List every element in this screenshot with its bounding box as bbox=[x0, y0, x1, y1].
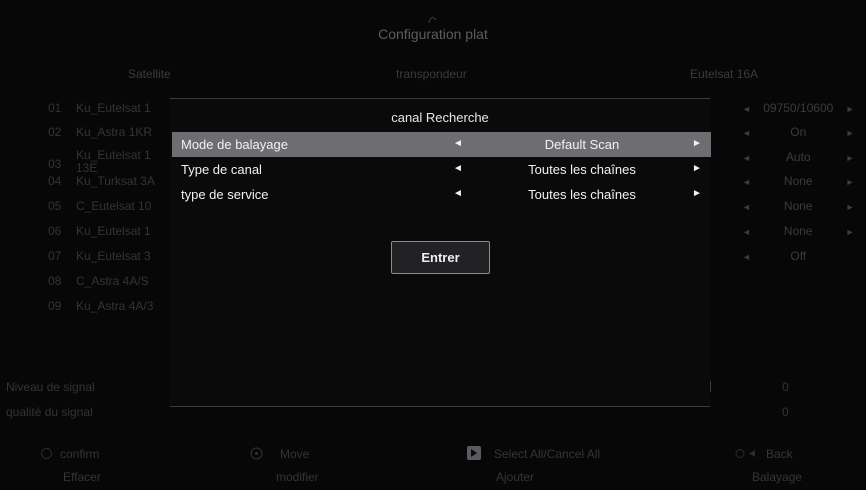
option-value: On bbox=[790, 125, 807, 139]
footer-modify[interactable]: modifier bbox=[276, 470, 319, 484]
motor-option[interactable]: ◄ None ► bbox=[742, 199, 855, 213]
dialog-title: canal Recherche bbox=[391, 110, 489, 125]
22k-option[interactable]: ◄ Auto ► bbox=[742, 150, 855, 164]
satellite-number: 05 bbox=[48, 199, 62, 213]
satellite-header: Satellite bbox=[128, 67, 171, 81]
right-arrow-icon[interactable]: ► bbox=[692, 163, 702, 174]
unicable-option[interactable]: ◄ None ► bbox=[742, 224, 855, 238]
footer-erase[interactable]: Effacer bbox=[63, 470, 101, 484]
dpad-icon bbox=[250, 447, 263, 460]
satellite-number: 07 bbox=[48, 249, 62, 263]
right-arrow-icon[interactable]: ► bbox=[846, 202, 855, 212]
channel-type-label: Type de canal bbox=[181, 162, 262, 177]
left-arrow-icon[interactable]: ◄ bbox=[742, 177, 751, 187]
signal-level-label: Niveau de signal bbox=[6, 380, 95, 394]
option-value: None bbox=[783, 174, 813, 188]
ok-button-icon bbox=[40, 447, 53, 460]
left-arrow-icon[interactable]: ◄ bbox=[453, 163, 463, 174]
signal-quality-label: qualité du signal bbox=[6, 405, 93, 419]
footer-confirm[interactable]: confirm bbox=[60, 447, 99, 461]
enter-button[interactable]: Entrer bbox=[391, 241, 490, 274]
right-arrow-icon[interactable]: ► bbox=[846, 227, 855, 237]
satellite-number: 08 bbox=[48, 274, 62, 288]
scan-mode-value: Default Scan bbox=[544, 137, 620, 152]
left-arrow-icon[interactable]: ◄ bbox=[742, 153, 751, 163]
signal-level-bar bbox=[710, 381, 711, 392]
satellite-number: 02 bbox=[48, 125, 62, 139]
service-type-row[interactable]: type de service ◄ Toutes les chaînes ► bbox=[172, 182, 711, 207]
right-arrow-icon[interactable]: ► bbox=[846, 153, 855, 163]
dish-setup-screen: Configuration plat Satellite transpondeu… bbox=[0, 0, 866, 490]
transponder-header: transpondeur bbox=[396, 67, 467, 81]
footer-select-all[interactable]: Select All/Cancel All bbox=[494, 447, 600, 461]
satellite-name: Ku_Eutelsat 3 bbox=[76, 249, 151, 263]
left-arrow-icon[interactable]: ◄ bbox=[742, 104, 751, 114]
signal-quality-value: 0 bbox=[782, 405, 789, 419]
option-value: None bbox=[783, 224, 813, 238]
satellite-name: C_Astra 4A/S bbox=[76, 274, 149, 288]
left-arrow-icon[interactable]: ◄ bbox=[742, 227, 751, 237]
right-arrow-icon[interactable]: ► bbox=[692, 188, 702, 199]
back-icon bbox=[735, 447, 759, 460]
lnb-frequency-option[interactable]: ◄ 09750/10600 ► bbox=[742, 101, 855, 115]
left-arrow-icon[interactable]: ◄ bbox=[742, 252, 751, 262]
satellite-number: 01 bbox=[48, 101, 62, 115]
signal-level-value: 0 bbox=[782, 380, 789, 394]
satellite-number: 04 bbox=[48, 174, 62, 188]
toneburst-option[interactable]: ◄ Off ► bbox=[742, 249, 855, 263]
option-value: None bbox=[783, 199, 813, 213]
option-value: Auto bbox=[785, 150, 811, 164]
satellite-name: Ku_Eutelsat 1 bbox=[76, 224, 151, 238]
service-type-label: type de service bbox=[181, 187, 269, 202]
left-arrow-icon[interactable]: ◄ bbox=[453, 188, 463, 199]
satellite-name-header: Eutelsat 16A bbox=[690, 67, 759, 81]
satellite-number: 06 bbox=[48, 224, 62, 238]
left-arrow-icon[interactable]: ◄ bbox=[742, 128, 751, 138]
satellite-name: Ku_Eutelsat 1 bbox=[76, 101, 151, 115]
page-title: Configuration plat bbox=[378, 26, 488, 42]
footer-scan[interactable]: Balayage bbox=[752, 470, 802, 484]
power-option[interactable]: ◄ On ► bbox=[742, 125, 855, 139]
satellite-number: 03 bbox=[48, 157, 62, 171]
channel-search-dialog: canal Recherche Mode de balayage ◄ Defau… bbox=[170, 98, 711, 407]
right-arrow-icon[interactable]: ► bbox=[846, 128, 855, 138]
footer-move[interactable]: Move bbox=[280, 447, 309, 461]
left-arrow-icon[interactable]: ◄ bbox=[742, 202, 751, 212]
option-value: 09750/10600 bbox=[763, 101, 834, 115]
satellite-dish-icon bbox=[428, 16, 438, 26]
select-all-icon bbox=[467, 446, 481, 460]
right-arrow-icon[interactable]: ► bbox=[846, 104, 855, 114]
scan-mode-label: Mode de balayage bbox=[181, 137, 288, 152]
satellite-name: Ku_Turksat 3A bbox=[76, 174, 155, 188]
footer-add[interactable]: Ajouter bbox=[496, 470, 534, 484]
satellite-number: 09 bbox=[48, 299, 62, 313]
footer-back[interactable]: Back bbox=[766, 447, 793, 461]
right-arrow-icon[interactable]: ► bbox=[846, 177, 855, 187]
channel-type-value: Toutes les chaînes bbox=[528, 162, 636, 177]
left-arrow-icon[interactable]: ◄ bbox=[453, 138, 463, 149]
satellite-name: C_Eutelsat 10 bbox=[76, 199, 152, 213]
service-type-value: Toutes les chaînes bbox=[528, 187, 636, 202]
scan-mode-row[interactable]: Mode de balayage ◄ Default Scan ► bbox=[172, 132, 711, 157]
diseqc-option[interactable]: ◄ None ► bbox=[742, 174, 855, 188]
right-arrow-icon[interactable]: ► bbox=[692, 138, 702, 149]
channel-type-row[interactable]: Type de canal ◄ Toutes les chaînes ► bbox=[172, 157, 711, 182]
satellite-name: Ku_Astra 1KR bbox=[76, 125, 153, 139]
satellite-name: Ku_Astra 4A/3 bbox=[76, 299, 154, 313]
option-value: Off bbox=[790, 249, 807, 263]
